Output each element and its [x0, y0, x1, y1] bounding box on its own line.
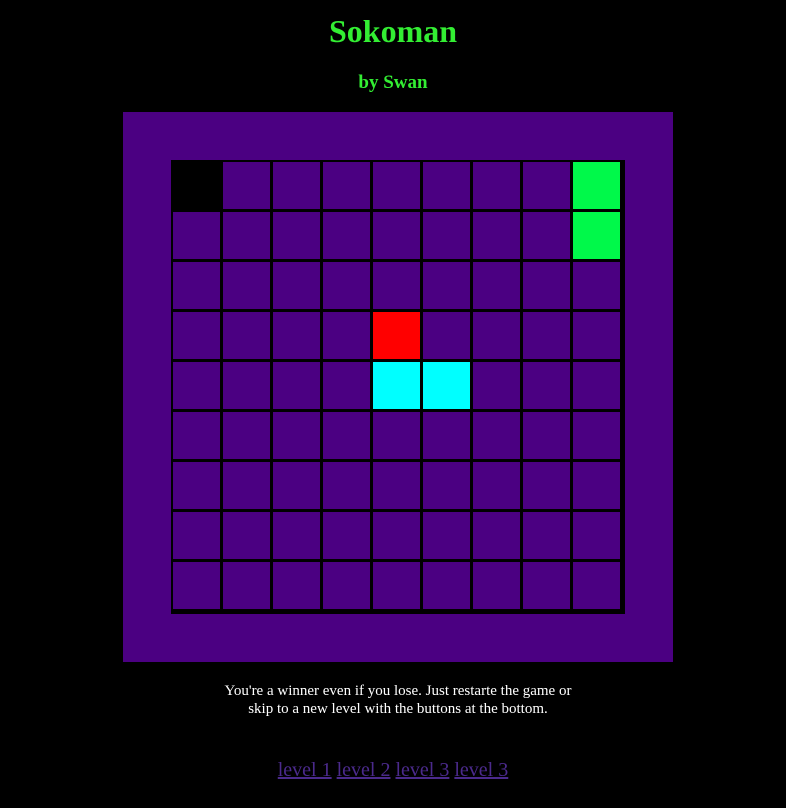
cell-floor[interactable] — [473, 262, 520, 309]
cell-floor[interactable] — [173, 462, 220, 509]
cell-floor[interactable] — [523, 212, 570, 259]
cell-floor[interactable] — [323, 312, 370, 359]
cell-floor[interactable] — [573, 262, 620, 309]
cell-floor[interactable] — [323, 512, 370, 559]
cell-floor[interactable] — [573, 362, 620, 409]
cell-floor[interactable] — [523, 162, 570, 209]
cell-floor[interactable] — [273, 212, 320, 259]
cell-floor[interactable] — [473, 412, 520, 459]
cell-floor[interactable] — [223, 212, 270, 259]
game-title: Sokoman — [328, 13, 458, 49]
cell-floor[interactable] — [373, 562, 420, 609]
cell-floor[interactable] — [173, 562, 220, 609]
cell-floor[interactable] — [173, 262, 220, 309]
cell-floor[interactable] — [473, 212, 520, 259]
level-links: level 1 level 2 level 3 level 3 — [0, 757, 786, 783]
cell-floor[interactable] — [523, 562, 570, 609]
cell-floor[interactable] — [173, 412, 220, 459]
cell-floor[interactable] — [373, 462, 420, 509]
cell-floor[interactable] — [273, 562, 320, 609]
cell-floor[interactable] — [173, 362, 220, 409]
cell-floor[interactable] — [473, 312, 520, 359]
cell-floor[interactable] — [223, 562, 270, 609]
cell-floor[interactable] — [473, 362, 520, 409]
cell-floor[interactable] — [573, 562, 620, 609]
instructions-line-2: skip to a new level with the buttons at … — [248, 701, 548, 717]
cell-floor[interactable] — [173, 312, 220, 359]
cell-floor[interactable] — [423, 262, 470, 309]
cell-floor[interactable] — [323, 562, 370, 609]
cell-floor[interactable] — [473, 512, 520, 559]
author-subtitle: by Swan — [358, 72, 428, 93]
cell-floor[interactable] — [523, 412, 570, 459]
cell-floor[interactable] — [223, 362, 270, 409]
cell-floor[interactable] — [223, 312, 270, 359]
cell-floor[interactable] — [373, 412, 420, 459]
cell-floor[interactable] — [523, 262, 570, 309]
cell-floor[interactable] — [423, 562, 470, 609]
cell-floor[interactable] — [173, 212, 220, 259]
cell-floor[interactable] — [323, 362, 370, 409]
cell-floor[interactable] — [323, 262, 370, 309]
cell-box[interactable] — [373, 362, 420, 409]
cell-floor[interactable] — [173, 512, 220, 559]
cell-floor[interactable] — [423, 162, 470, 209]
level-2-link[interactable]: level 2 — [337, 759, 391, 781]
cell-floor[interactable] — [223, 162, 270, 209]
cell-floor[interactable] — [223, 512, 270, 559]
cell-floor[interactable] — [273, 512, 320, 559]
cell-floor[interactable] — [573, 462, 620, 509]
cell-floor[interactable] — [273, 412, 320, 459]
cell-floor[interactable] — [423, 312, 470, 359]
instructions-line-1: You're a winner even if you lose. Just r… — [224, 683, 572, 699]
cell-floor[interactable] — [523, 362, 570, 409]
cell-player[interactable] — [373, 312, 420, 359]
cell-floor[interactable] — [273, 362, 320, 409]
cell-floor[interactable] — [373, 162, 420, 209]
cell-goal[interactable] — [573, 162, 620, 209]
board-frame — [123, 112, 673, 662]
cell-floor[interactable] — [523, 512, 570, 559]
cell-floor[interactable] — [323, 162, 370, 209]
cell-floor[interactable] — [423, 212, 470, 259]
cell-floor[interactable] — [473, 162, 520, 209]
level-3b-link[interactable]: level 3 — [454, 759, 508, 781]
cell-floor[interactable] — [423, 412, 470, 459]
cell-floor[interactable] — [523, 462, 570, 509]
cell-floor[interactable] — [273, 312, 320, 359]
level-1-link[interactable]: level 1 — [278, 759, 332, 781]
cell-floor[interactable] — [223, 262, 270, 309]
cell-floor[interactable] — [323, 212, 370, 259]
game-grid — [171, 160, 625, 614]
cell-floor[interactable] — [373, 262, 420, 309]
cell-floor[interactable] — [573, 512, 620, 559]
instructions-message: You're a winner even if you lose. Just r… — [193, 682, 603, 718]
cell-floor[interactable] — [473, 462, 520, 509]
cell-floor[interactable] — [223, 462, 270, 509]
cell-floor[interactable] — [273, 262, 320, 309]
cell-box[interactable] — [423, 362, 470, 409]
cell-floor[interactable] — [223, 412, 270, 459]
cell-floor[interactable] — [573, 312, 620, 359]
cell-floor[interactable] — [373, 212, 420, 259]
cell-floor[interactable] — [523, 312, 570, 359]
cell-floor[interactable] — [423, 462, 470, 509]
cell-floor[interactable] — [273, 462, 320, 509]
level-3-link[interactable]: level 3 — [396, 759, 450, 781]
cell-floor[interactable] — [323, 412, 370, 459]
cell-void[interactable] — [173, 162, 220, 209]
cell-floor[interactable] — [323, 462, 370, 509]
cell-floor[interactable] — [273, 162, 320, 209]
cell-floor[interactable] — [423, 512, 470, 559]
cell-floor[interactable] — [373, 512, 420, 559]
cell-floor[interactable] — [473, 562, 520, 609]
cell-goal[interactable] — [573, 212, 620, 259]
cell-floor[interactable] — [573, 412, 620, 459]
